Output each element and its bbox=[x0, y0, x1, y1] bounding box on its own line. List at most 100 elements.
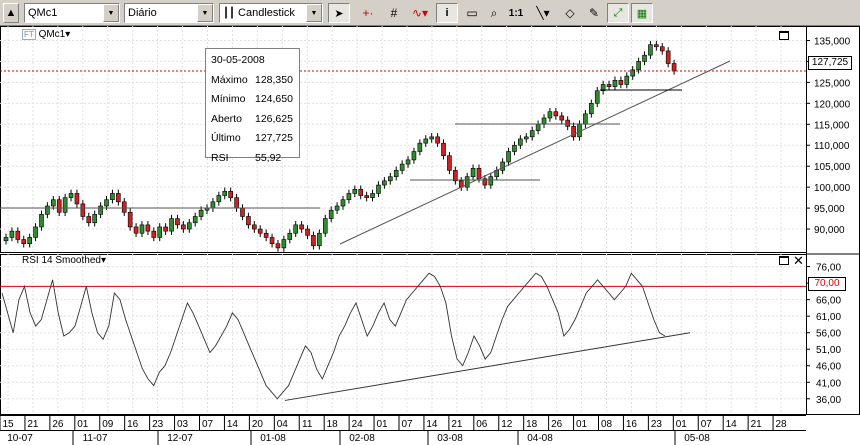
candle-body bbox=[399, 163, 405, 171]
candle-body bbox=[317, 232, 322, 247]
candle-body bbox=[21, 239, 27, 245]
chevron-down-icon[interactable]: ▼ bbox=[197, 4, 213, 22]
candle-body bbox=[311, 235, 316, 247]
zoom-tool-button[interactable]: ⌕ bbox=[484, 4, 504, 22]
trend-tool-button[interactable]: ⤢ bbox=[607, 3, 629, 23]
candle-body bbox=[500, 161, 505, 171]
x-day-label: 14 bbox=[426, 419, 438, 430]
info-label: Aberto bbox=[211, 112, 242, 125]
chevron-down-icon[interactable]: ▼ bbox=[103, 4, 119, 22]
price-tick-label: 95,000 bbox=[814, 204, 845, 215]
ft-icon: FT bbox=[22, 29, 36, 40]
candle-body bbox=[447, 155, 452, 171]
grid-icon: # bbox=[390, 6, 398, 20]
rsi-tick-label: 56,00 bbox=[816, 329, 841, 340]
x-day-label: 06 bbox=[476, 419, 488, 430]
candle-body bbox=[234, 197, 239, 209]
candle-body bbox=[429, 136, 434, 140]
rsi-tick-label: 66,00 bbox=[816, 296, 841, 307]
candle-body bbox=[405, 159, 411, 165]
x-day-label: 20 bbox=[252, 419, 264, 430]
candle-body bbox=[547, 111, 553, 119]
chart-area[interactable]: 135,000130,000125,000120,000115,000110,0… bbox=[0, 26, 860, 445]
panel-toggle-button[interactable]: ▲ bbox=[3, 3, 19, 23]
chevron-down-icon[interactable]: ▼ bbox=[306, 4, 322, 22]
grid-tool-button[interactable]: # bbox=[384, 4, 404, 22]
candle-body bbox=[618, 79, 624, 85]
x-day-label: 11 bbox=[302, 419, 313, 430]
x-month-label: 10-07 bbox=[7, 433, 33, 444]
last-price-badge: 127,725 bbox=[808, 56, 852, 70]
candle-body bbox=[62, 197, 68, 213]
maximize-rsi-pane-button[interactable] bbox=[779, 256, 789, 265]
candle-body bbox=[222, 191, 228, 196]
indicator-tool-button[interactable]: ∿▾ bbox=[406, 4, 434, 22]
candle-body bbox=[382, 180, 387, 186]
rsi-grid bbox=[0, 254, 807, 415]
x-day-label: 15 bbox=[2, 419, 14, 430]
rsi-tick-label: 46,00 bbox=[816, 362, 841, 373]
candle-body bbox=[80, 203, 86, 217]
x-day-label: 21 bbox=[751, 419, 763, 430]
candle-body bbox=[240, 207, 245, 217]
rsi-trendline bbox=[284, 332, 691, 401]
candle-body bbox=[393, 170, 399, 177]
x-day-label: 09 bbox=[102, 419, 114, 430]
snap-tool-button[interactable]: ▦ bbox=[631, 3, 653, 23]
rsi-tick-label: 76,00 bbox=[816, 263, 841, 274]
candle-body bbox=[334, 205, 340, 211]
symbol-label[interactable]: FT QMc1▾ bbox=[22, 29, 70, 40]
maximize-price-pane-button[interactable] bbox=[779, 31, 789, 40]
eraser-tool-button[interactable]: ◇ bbox=[560, 4, 580, 22]
x-day-label: 28 bbox=[776, 419, 788, 430]
candle-body bbox=[423, 138, 429, 144]
data-info-box: 30-05-2008 Máximo 128,350 Mínimo 124,650 A… bbox=[205, 48, 300, 164]
x-day-label: 18 bbox=[526, 419, 538, 430]
candle-body bbox=[9, 230, 15, 238]
x-day-label: 24 bbox=[352, 419, 364, 430]
info-row-last: Último 127,725 bbox=[211, 129, 294, 149]
candle-body bbox=[594, 90, 600, 104]
line-draw-icon: ╲▾ bbox=[536, 6, 550, 20]
text-tool-button[interactable]: ✎ bbox=[584, 4, 604, 22]
x-day-label: 01 bbox=[77, 419, 89, 430]
x-day-label: 01 bbox=[377, 419, 389, 430]
candle-body bbox=[387, 176, 393, 182]
toolbar: ▲ QMc1 ▼ Diário ▼ ┃┃ Candlestick ▼ ➤ +· … bbox=[0, 0, 860, 26]
candle-body bbox=[352, 188, 358, 194]
symbol-combo[interactable]: QMc1 ▼ bbox=[24, 3, 120, 23]
candle-body bbox=[364, 195, 369, 198]
candle-body bbox=[671, 63, 677, 72]
pointer-tool-button[interactable]: ➤ bbox=[328, 3, 350, 23]
triangle-up-icon: ▲ bbox=[5, 7, 17, 19]
x-day-label: 26 bbox=[52, 419, 64, 430]
line-tool-button[interactable]: ╲▾ bbox=[530, 4, 556, 22]
crosshair-tool-button[interactable]: +· bbox=[356, 4, 380, 22]
x-day-label: 14 bbox=[726, 419, 738, 430]
candle-body bbox=[169, 218, 174, 232]
close-rsi-pane-button[interactable]: ✕ bbox=[793, 253, 804, 269]
candle-body bbox=[346, 193, 352, 201]
zoom-reset-label: 1:1 bbox=[508, 7, 524, 19]
candle-body bbox=[257, 228, 263, 234]
info-tool-button[interactable]: i bbox=[436, 3, 458, 23]
rsi-indicator-label[interactable]: RSI 14 Smoothed▾ bbox=[22, 255, 106, 266]
candle-body bbox=[68, 193, 74, 198]
candle-body bbox=[299, 224, 304, 230]
period-combo[interactable]: Diário ▼ bbox=[124, 3, 214, 23]
candle-body bbox=[518, 138, 523, 146]
chart-type-combo[interactable]: ┃┃ Candlestick ▼ bbox=[219, 3, 323, 23]
rsi-tick-label: 41,00 bbox=[816, 378, 841, 389]
candle-body bbox=[139, 224, 145, 234]
info-label: RSI bbox=[211, 151, 229, 164]
candle-body bbox=[246, 216, 251, 226]
zoom-reset-button[interactable]: 1:1 bbox=[506, 4, 526, 22]
x-day-label: 03 bbox=[177, 419, 189, 430]
x-day-label: 26 bbox=[551, 419, 563, 430]
data-window-button[interactable]: ▭ bbox=[462, 4, 482, 22]
symbol-value: QMc1 bbox=[28, 7, 58, 19]
rsi-line bbox=[1, 272, 691, 401]
price-trendline bbox=[339, 60, 731, 245]
candle-body bbox=[559, 115, 565, 121]
candle-body bbox=[116, 193, 121, 203]
